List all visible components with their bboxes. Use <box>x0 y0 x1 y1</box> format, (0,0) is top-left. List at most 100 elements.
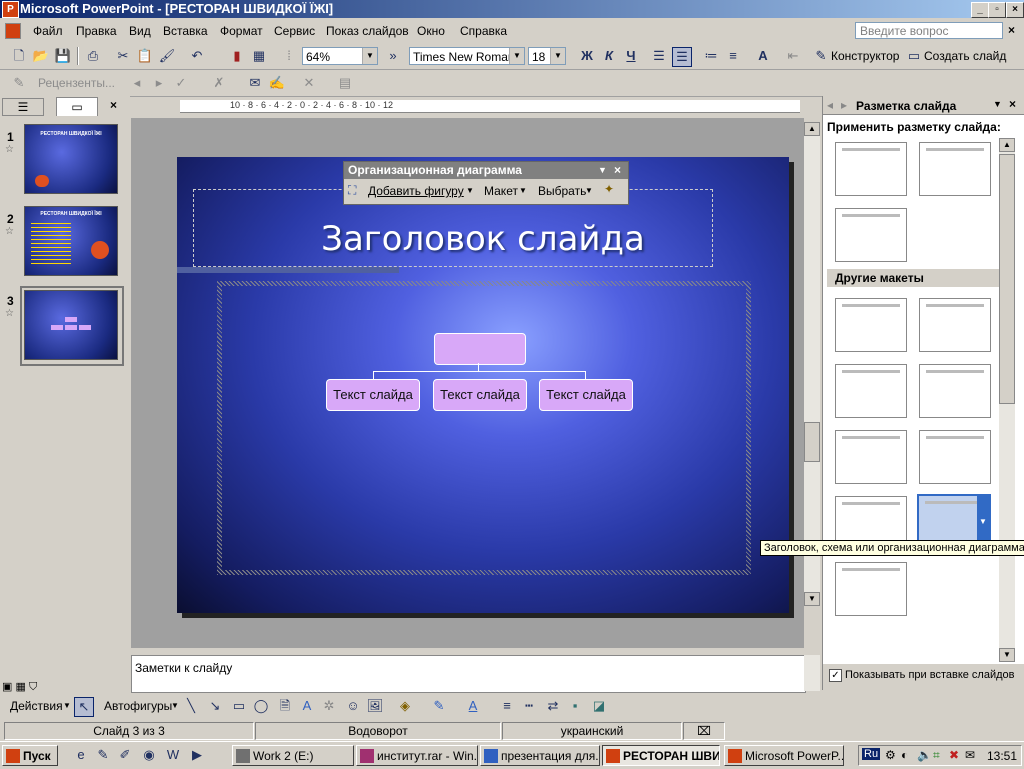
menu-service[interactable]: Сервис <box>274 24 315 38</box>
volume-icon[interactable]: 🔈 <box>917 748 932 762</box>
menu-slideshow[interactable]: Показ слайдов <box>326 24 409 38</box>
select-pointer-icon[interactable]: ↖ <box>74 697 94 717</box>
delete-comment-icon[interactable]: ✕ <box>300 74 318 92</box>
quick-launch-icon[interactable]: ✐ <box>116 746 134 764</box>
rectangle-icon[interactable]: ▭ <box>230 697 248 715</box>
wordart-icon[interactable]: A <box>298 697 316 715</box>
layout-thumb[interactable] <box>919 298 991 352</box>
decrease-indent-icon[interactable]: ⇤ <box>784 47 802 65</box>
slides-tab[interactable]: ▭ <box>56 97 98 116</box>
slide-vertical-scrollbar[interactable]: ▲ ▼ <box>804 122 820 606</box>
horizontal-ruler[interactable]: 10 · 8 · 6 · 4 · 2 · 0 · 2 · 4 · 6 · 8 ·… <box>180 100 800 113</box>
scroll-down-icon[interactable]: ▼ <box>804 592 820 606</box>
org-top-box[interactable] <box>434 333 526 365</box>
select-button[interactable]: Выбрать <box>538 184 586 198</box>
fill-color-icon[interactable]: ◈ <box>396 697 414 715</box>
ask-question-input[interactable]: Введите вопрос <box>855 22 1003 39</box>
scroll-up-icon[interactable]: ▲ <box>804 122 820 136</box>
reviewing-pane-icon[interactable]: ▤ <box>336 74 354 92</box>
underline-button[interactable]: Ч <box>622 47 640 65</box>
reviewers-button[interactable]: Рецензенты... <box>38 76 115 90</box>
scroll-down-icon[interactable]: ▼ <box>999 648 1015 662</box>
quick-launch-icon[interactable]: ▶ <box>188 746 206 764</box>
arrow-style-icon[interactable]: ⇄ <box>544 697 562 715</box>
org-box-3[interactable]: Текст слайда <box>539 379 633 411</box>
actions-button[interactable]: Действия <box>10 699 63 713</box>
autoformat-icon[interactable]: ✦ <box>604 182 614 196</box>
prev-change-icon[interactable]: ◂ <box>128 74 146 92</box>
tray-icon[interactable]: ✖ <box>949 748 959 762</box>
slide-thumbnail-1[interactable]: РЕСТОРАН ШВИДКОЇ ЇЖІ <box>24 124 118 194</box>
title-bar[interactable]: P Microsoft PowerPoint - [РЕСТОРАН ШВИДК… <box>0 0 1024 18</box>
maximize-button[interactable]: ▫ <box>988 2 1006 18</box>
add-shape-button[interactable]: Добавить фигуру <box>368 184 464 198</box>
org-chart-toolbar[interactable]: Организационная диаграмма ▼ × ⛶ Добавить… <box>343 161 629 205</box>
slide-thumbnail-2[interactable]: РЕСТОРАН ШВИДКОЇ ЇЖІ <box>24 206 118 276</box>
chevron-down-icon[interactable]: ▼ <box>993 99 1002 109</box>
org-toolbar-header[interactable]: Организационная диаграмма ▼ × <box>344 162 628 179</box>
close-doc-icon[interactable]: × <box>1008 23 1015 37</box>
picture-icon[interactable]: 🖼 <box>366 697 384 715</box>
diagram-frame[interactable] <box>217 281 751 575</box>
line-color-icon[interactable]: ✎ <box>430 697 448 715</box>
slide-title[interactable]: Заголовок слайда <box>177 219 789 259</box>
bold-button[interactable]: Ж <box>578 47 596 65</box>
oval-icon[interactable]: ◯ <box>252 697 270 715</box>
scroll-thumb[interactable] <box>804 422 820 462</box>
shadow-icon[interactable]: ▪ <box>566 697 584 715</box>
close-button[interactable]: × <box>1006 2 1024 18</box>
layout-thumb[interactable] <box>919 142 991 196</box>
more-icon[interactable]: » <box>384 47 402 65</box>
tray-icon[interactable]: ⚙ <box>885 748 896 762</box>
insert-comment-icon[interactable]: ✉ <box>246 74 264 92</box>
task-work2[interactable]: Work 2 (E:) <box>232 745 354 766</box>
diagram-icon[interactable]: ✲ <box>320 697 338 715</box>
layout-thumb[interactable] <box>835 298 907 352</box>
menu-file[interactable]: Файл <box>33 24 63 38</box>
show-on-insert-checkbox[interactable]: ✓ <box>829 669 842 682</box>
font-size-select[interactable]: 18 ▼ <box>528 47 566 65</box>
layout-thumb[interactable] <box>835 142 907 196</box>
notes-pane[interactable]: Заметки к слайду <box>131 655 806 693</box>
table-icon[interactable]: ▦ <box>250 47 268 65</box>
menu-view[interactable]: Вид <box>129 24 151 38</box>
font-select[interactable]: Times New Roman ▼ <box>409 47 525 65</box>
quick-launch-icon[interactable]: ✎ <box>94 746 112 764</box>
word-icon[interactable]: W <box>164 746 182 764</box>
designer-button[interactable]: Конструктор <box>831 49 899 63</box>
notes-scrollbar[interactable] <box>804 655 820 691</box>
3d-icon[interactable]: ◪ <box>590 697 608 715</box>
bullet-list-icon[interactable]: ≡ <box>724 47 742 65</box>
minimize-button[interactable]: _ <box>971 2 989 18</box>
outline-tab[interactable]: ☰ <box>2 98 44 116</box>
apply-icon[interactable]: ✓ <box>172 74 190 92</box>
layout-thumb[interactable] <box>919 430 991 484</box>
save-icon[interactable]: 💾 <box>54 47 72 65</box>
menu-help[interactable]: Справка <box>460 24 507 38</box>
edit-comment-icon[interactable]: ✍ <box>268 74 286 92</box>
format-painter-icon[interactable]: 🖌 <box>158 47 176 65</box>
quick-launch-icon[interactable]: ◉ <box>140 746 158 764</box>
italic-button[interactable]: К <box>600 47 618 65</box>
doc-icon[interactable] <box>5 23 21 39</box>
layout-thumb[interactable] <box>835 430 907 484</box>
task-presentation-doc[interactable]: презентация для... <box>480 745 600 766</box>
menu-window[interactable]: Окно <box>417 24 445 38</box>
dash-style-icon[interactable]: ┅ <box>520 697 538 715</box>
line-icon[interactable]: ╲ <box>182 697 200 715</box>
edit-icon[interactable]: ✎ <box>10 74 28 92</box>
tray-icon[interactable]: ⌗ <box>933 748 940 763</box>
clipart-icon[interactable]: ☺ <box>344 697 362 715</box>
tray-icon[interactable]: ◐ <box>901 748 908 762</box>
paste-icon[interactable]: 📋 <box>136 47 154 65</box>
scroll-up-icon[interactable]: ▲ <box>999 138 1015 152</box>
task-pane-scrollbar[interactable]: ▲ ▼ <box>999 138 1015 662</box>
undo-icon[interactable]: ↶ <box>188 47 206 65</box>
menu-edit[interactable]: Правка <box>76 24 117 38</box>
language-indicator[interactable]: Ru <box>862 748 881 760</box>
cut-icon[interactable]: ✂ <box>114 47 132 65</box>
align-center-icon[interactable]: ☰ <box>672 47 692 67</box>
org-box-1[interactable]: Текст слайда <box>326 379 420 411</box>
spellcheck-icon[interactable]: ⌧ <box>683 722 725 740</box>
layout-thumb[interactable] <box>919 364 991 418</box>
